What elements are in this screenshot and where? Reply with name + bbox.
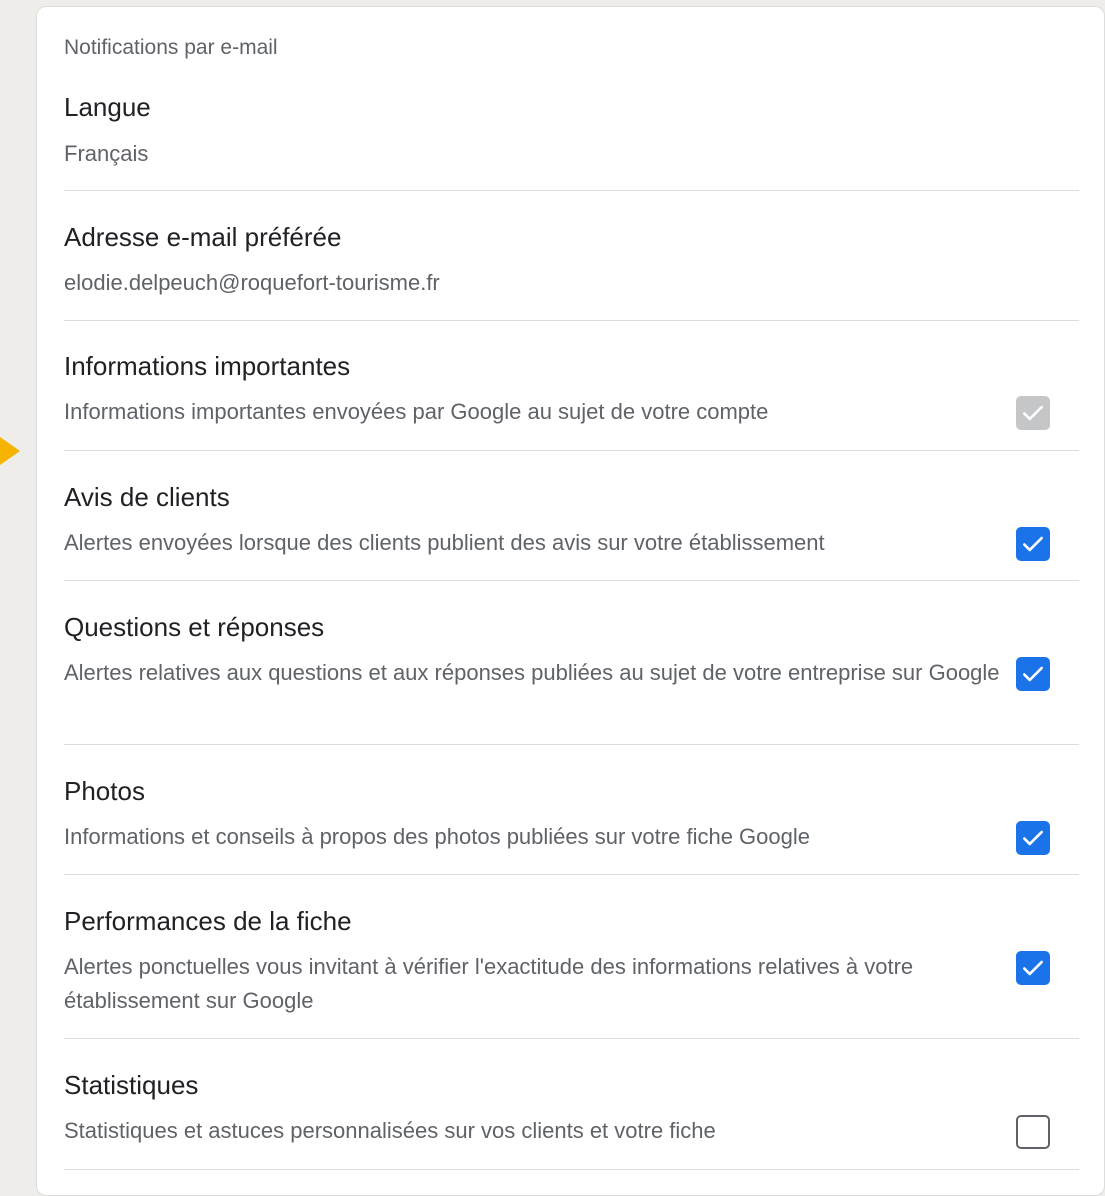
- questions-answers-checkbox[interactable]: [1016, 657, 1050, 691]
- divider: [64, 320, 1079, 321]
- setting-label: Questions et réponses: [64, 612, 325, 642]
- setting-value: elodie.delpeuch@roquefort-tourisme.fr: [64, 270, 440, 295]
- setting-description: Informations importantes envoyées par Go…: [64, 399, 769, 424]
- setting-description: Informations et conseils à propos des ph…: [64, 824, 810, 849]
- checkmark-icon: [1023, 536, 1043, 552]
- customer-reviews-checkbox[interactable]: [1016, 527, 1050, 561]
- setting-label: Informations importantes: [64, 351, 351, 381]
- divider: [64, 1169, 1079, 1170]
- setting-description: Alertes relatives aux questions et aux r…: [64, 660, 1000, 685]
- listing-performance-checkbox[interactable]: [1016, 951, 1050, 985]
- email-notifications-card: Notifications par e-mail Langue Français…: [36, 6, 1105, 1196]
- divider: [64, 744, 1079, 745]
- setting-label: Adresse e-mail préférée: [64, 222, 342, 252]
- checkmark-icon: [1023, 666, 1043, 682]
- setting-label: Avis de clients: [64, 482, 230, 512]
- accent-tab: [0, 437, 20, 465]
- important-info-checkbox: [1016, 396, 1050, 430]
- setting-description: Statistiques et astuces personnalisées s…: [64, 1118, 716, 1143]
- setting-description: Alertes envoyées lorsque des clients pub…: [64, 530, 825, 555]
- divider: [64, 450, 1079, 451]
- divider: [64, 874, 1079, 875]
- photos-checkbox[interactable]: [1016, 821, 1050, 855]
- setting-label: Statistiques: [64, 1070, 199, 1100]
- setting-description: Alertes ponctuelles vous invitant à véri…: [64, 954, 914, 1013]
- setting-label: Langue: [64, 92, 151, 122]
- divider: [64, 580, 1079, 581]
- setting-label: Performances de la fiche: [64, 906, 352, 936]
- checkmark-icon: [1023, 960, 1043, 976]
- setting-value: Français: [64, 141, 149, 166]
- divider: [64, 190, 1079, 191]
- checkmark-icon: [1023, 830, 1043, 846]
- checkmark-icon: [1023, 405, 1043, 421]
- card-title: Notifications par e-mail: [64, 36, 278, 59]
- divider: [64, 1038, 1079, 1039]
- statistics-checkbox[interactable]: [1016, 1115, 1050, 1149]
- setting-label: Photos: [64, 776, 145, 806]
